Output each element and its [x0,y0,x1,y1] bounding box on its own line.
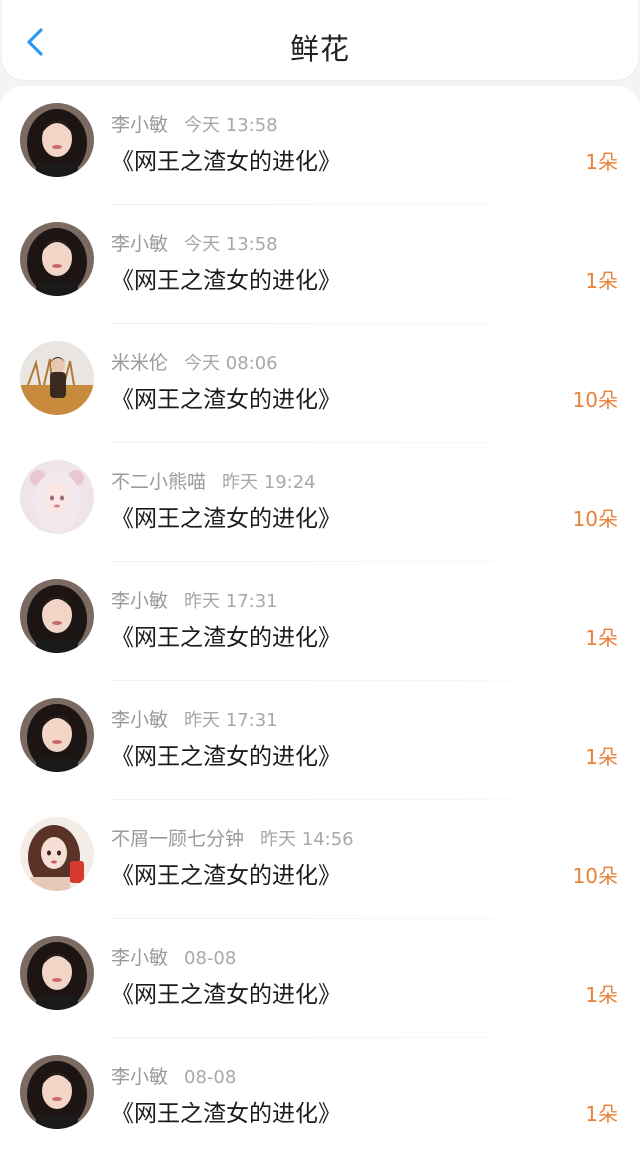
flower-count: 1朵 [585,1102,618,1126]
list-item[interactable]: 李小敏 昨天 17:31 《网王之渣女的进化》 1朵 [0,681,640,800]
item-meta: 李小敏 08-08 [111,943,236,970]
item-meta: 米米伦 今天 08:06 [111,348,278,375]
user-name[interactable]: 李小敏 [111,590,168,612]
user-name[interactable]: 李小敏 [111,1066,168,1088]
item-meta: 李小敏 今天 13:58 [111,229,278,256]
top-bar: 鲜花 [2,0,638,80]
item-meta: 不屑一顾七分钟 昨天 14:56 [111,824,354,851]
flower-count: 1朵 [585,983,618,1007]
book-title[interactable]: 《网王之渣女的进化》 [111,737,341,771]
user-name[interactable]: 李小敏 [111,947,168,969]
user-avatar[interactable] [20,460,94,534]
timestamp: 昨天 19:24 [222,472,316,493]
user-avatar[interactable] [20,341,94,415]
timestamp: 昨天 14:56 [260,829,354,850]
list-item[interactable]: 不屑一顾七分钟 昨天 14:56 《网王之渣女的进化》 10朵 [0,800,640,919]
list-item[interactable]: 李小敏 昨天 17:31 《网王之渣女的进化》 1朵 [0,562,640,681]
timestamp: 昨天 17:31 [184,710,278,731]
flower-count: 10朵 [572,388,618,412]
list-item[interactable]: 不二小熊喵 昨天 19:24 《网王之渣女的进化》 10朵 [0,443,640,562]
flower-count: 10朵 [572,507,618,531]
list-item[interactable]: 米米伦 今天 08:06 《网王之渣女的进化》 10朵 [0,324,640,443]
item-meta: 李小敏 08-08 [111,1062,236,1089]
flower-count: 1朵 [585,269,618,293]
flower-count: 1朵 [585,150,618,174]
flower-count: 1朵 [585,745,618,769]
page-title: 鲜花 [289,32,350,66]
book-title[interactable]: 《网王之渣女的进化》 [111,618,341,652]
user-name[interactable]: 李小敏 [111,114,168,136]
user-avatar[interactable] [20,103,94,177]
user-avatar[interactable] [20,698,94,772]
timestamp: 08-08 [184,948,237,969]
user-avatar[interactable] [20,222,94,296]
flower-count: 10朵 [572,864,618,888]
book-title[interactable]: 《网王之渣女的进化》 [111,380,341,414]
timestamp: 今天 13:58 [184,234,278,255]
user-name[interactable]: 不二小熊喵 [111,471,206,493]
user-name[interactable]: 李小敏 [111,709,168,731]
item-meta: 李小敏 昨天 17:31 [111,705,278,732]
item-meta: 不二小熊喵 昨天 19:24 [111,467,316,494]
user-name[interactable]: 不屑一顾七分钟 [111,828,244,850]
user-avatar[interactable] [20,817,94,891]
book-title[interactable]: 《网王之渣女的进化》 [111,1094,341,1128]
user-avatar[interactable] [20,936,94,1010]
flower-count: 1朵 [585,626,618,650]
book-title[interactable]: 《网王之渣女的进化》 [111,975,341,1009]
item-meta: 李小敏 昨天 17:31 [111,586,278,613]
list-item[interactable]: 李小敏 今天 13:58 《网王之渣女的进化》 1朵 [0,205,640,324]
user-name[interactable]: 米米伦 [111,352,168,374]
book-title[interactable]: 《网王之渣女的进化》 [111,856,341,890]
timestamp: 今天 13:58 [184,115,278,136]
book-title[interactable]: 《网王之渣女的进化》 [111,142,341,176]
timestamp: 今天 08:06 [184,353,278,374]
timestamp: 昨天 17:31 [184,591,278,612]
item-meta: 李小敏 今天 13:58 [111,110,278,137]
user-name[interactable]: 李小敏 [111,233,168,255]
book-title[interactable]: 《网王之渣女的进化》 [111,261,341,295]
user-avatar[interactable] [20,579,94,653]
book-title[interactable]: 《网王之渣女的进化》 [111,499,341,533]
list-item[interactable]: 李小敏 08-08 《网王之渣女的进化》 1朵 [0,919,640,1038]
list-item[interactable]: 李小敏 08-08 《网王之渣女的进化》 1朵 [0,1038,640,1155]
user-avatar[interactable] [20,1055,94,1129]
flower-list: 李小敏 今天 13:58 《网王之渣女的进化》 1朵 李小敏 今天 13:58 《网… [0,86,640,1155]
list-item[interactable]: 李小敏 今天 13:58 《网王之渣女的进化》 1朵 [0,86,640,205]
timestamp: 08-08 [184,1067,237,1088]
